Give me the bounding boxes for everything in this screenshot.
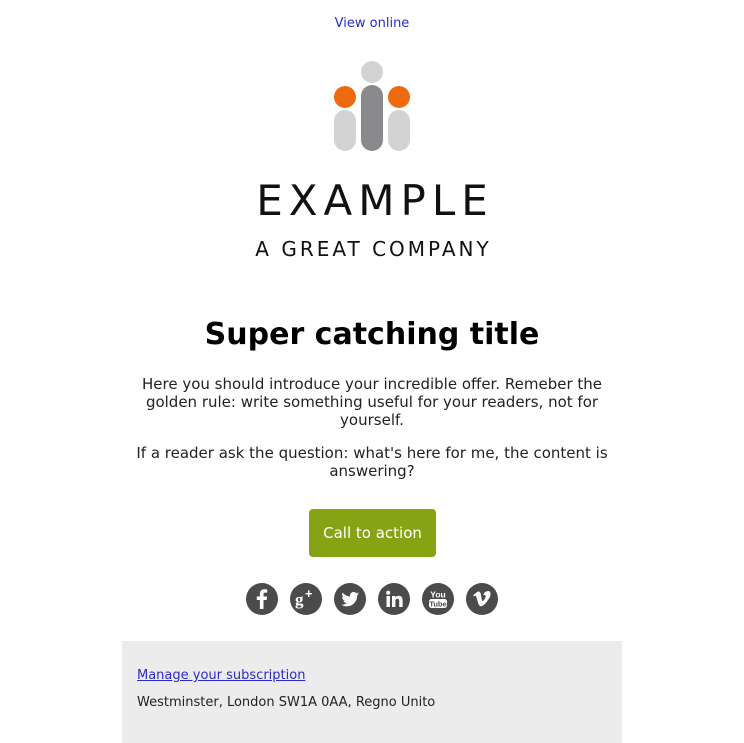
email-page: View online EXAMPLE A GREAT COMPANY Supe…: [0, 0, 744, 743]
manage-subscription-link[interactable]: Manage your subscription: [137, 668, 305, 683]
linkedin-icon[interactable]: [378, 583, 410, 615]
email-title: Super catching title: [204, 317, 540, 352]
question-paragraph: If a reader ask the question: what's her…: [136, 444, 608, 480]
google-plus-icon[interactable]: g +: [290, 583, 322, 615]
company-logo-icon: [334, 61, 410, 151]
email-footer: Manage your subscription Westminster, Lo…: [122, 641, 622, 743]
twitter-icon[interactable]: [334, 583, 366, 615]
facebook-icon[interactable]: [246, 583, 278, 615]
svg-text:g: g: [295, 590, 304, 609]
call-to-action-button[interactable]: Call to action: [309, 509, 436, 557]
social-links: g + You Tube: [246, 583, 498, 615]
svg-text:Tube: Tube: [429, 599, 446, 608]
svg-text:You: You: [430, 590, 445, 600]
footer-address: Westminster, London SW1A 0AA, Regno Unit…: [137, 695, 436, 710]
vimeo-icon[interactable]: [466, 583, 498, 615]
intro-paragraph: Here you should introduce your incredibl…: [141, 375, 603, 429]
youtube-icon[interactable]: You Tube: [422, 583, 454, 615]
view-online-link[interactable]: View online: [0, 16, 744, 31]
svg-text:+: +: [305, 586, 313, 601]
logo-tagline: A GREAT COMPANY: [255, 237, 492, 261]
logo-wordmark: EXAMPLE: [256, 176, 494, 225]
